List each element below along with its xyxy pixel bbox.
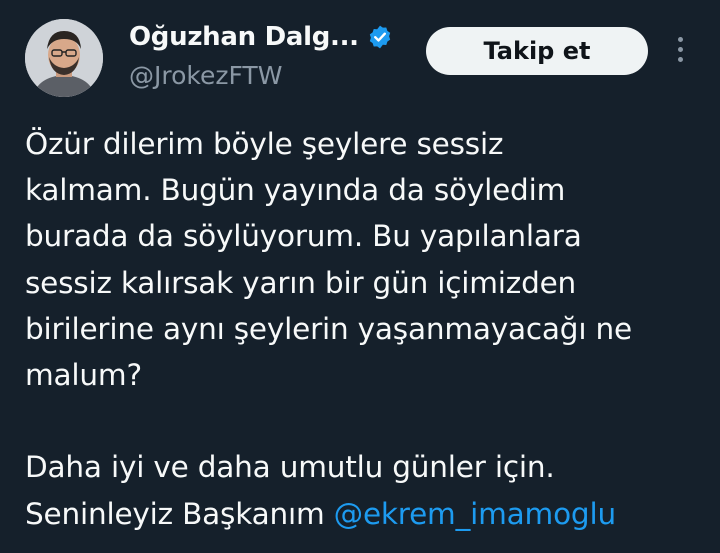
more-icon[interactable] xyxy=(669,37,691,67)
tweet-line-with-mention: Seninleyiz Başkanım @ekrem_imamoglu xyxy=(25,491,715,537)
follow-button[interactable]: Takip et xyxy=(426,27,648,75)
tweet-line: birilerine aynı şeylerin yaşanmayacağı n… xyxy=(25,311,632,346)
tweet-line: kalmam. Bugün yayında da söyledim xyxy=(25,173,566,208)
author-handle[interactable]: @JrokezFTW xyxy=(129,61,282,90)
tweet-line: malum? xyxy=(25,358,142,393)
tweet-line: burada da söylüyorum. Bu yapılanlara xyxy=(25,219,582,254)
tweet-line: Özür dilerim böyle şeylere sessiz xyxy=(25,127,504,161)
tweet-line-prefix: Seninleyiz Başkanım xyxy=(25,496,325,531)
tweet-line: Daha iyi ve daha umutlu günler için. xyxy=(25,450,555,485)
author-display-name[interactable]: Oğuzhan Dalg... xyxy=(129,22,359,52)
tweet-line: sessiz kalırsak yarın bir gün içimizden xyxy=(25,265,577,300)
avatar[interactable] xyxy=(25,19,103,97)
mention-link[interactable]: @ekrem_imamoglu xyxy=(334,497,616,531)
author-name-row[interactable]: Oğuzhan Dalg... xyxy=(129,22,393,52)
verified-badge-icon xyxy=(369,25,390,49)
tweet-text: Özür dilerim böyle şeylere sessiz kalmam… xyxy=(25,121,715,537)
